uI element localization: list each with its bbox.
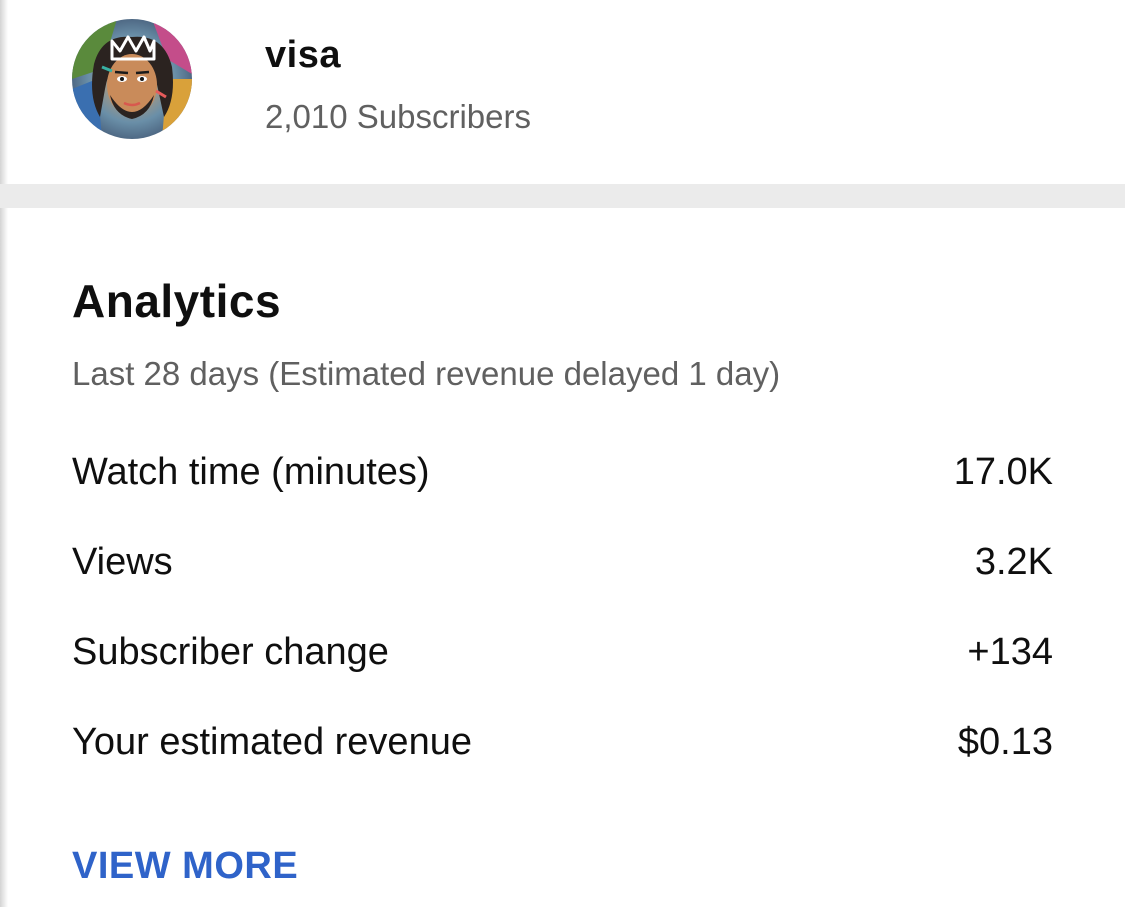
metric-value: 3.2K — [974, 541, 1053, 583]
metric-value: +134 — [967, 631, 1053, 673]
metric-label: Watch time (minutes) — [72, 451, 430, 493]
metric-value: $0.13 — [957, 721, 1053, 763]
view-more-button[interactable]: VIEW MORE — [72, 845, 298, 888]
channel-analytics-page: visa 2,010 Subscribers Analytics Last 28… — [0, 0, 1125, 907]
subscriber-count: 2,010 Subscribers — [265, 98, 531, 135]
metric-label: Subscriber change — [72, 631, 389, 673]
channel-name: visa — [265, 34, 341, 76]
metric-row-watch-time: Watch time (minutes) 17.0K — [72, 451, 1053, 501]
avatar[interactable] — [72, 19, 192, 139]
metric-row-estimated-revenue: Your estimated revenue $0.13 — [72, 721, 1053, 771]
metric-row-subscriber-change: Subscriber change +134 — [72, 631, 1053, 681]
channel-header[interactable]: visa 2,010 Subscribers — [0, 0, 1125, 184]
channel-avatar-portrait-icon — [72, 19, 192, 139]
metric-value: 17.0K — [953, 451, 1053, 493]
metric-label: Views — [72, 541, 173, 583]
analytics-title: Analytics — [72, 275, 282, 327]
metric-label: Your estimated revenue — [72, 721, 472, 763]
metric-row-views: Views 3.2K — [72, 541, 1053, 591]
section-divider — [0, 184, 1125, 208]
analytics-subtitle: Last 28 days (Estimated revenue delayed … — [72, 355, 781, 392]
